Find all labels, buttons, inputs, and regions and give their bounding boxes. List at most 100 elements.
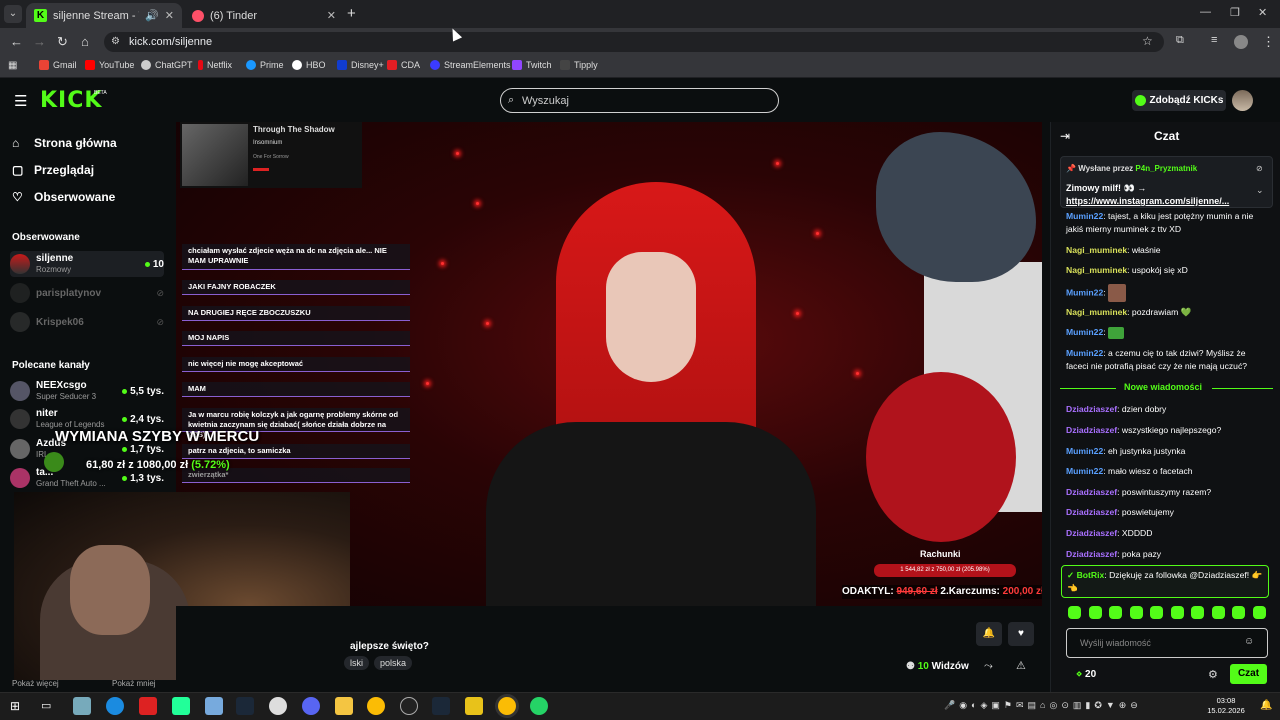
stream-tag[interactable]: lski (344, 656, 369, 670)
viewer-count: ⚉ 10 Widzów (906, 661, 969, 672)
emote-icon[interactable] (1191, 606, 1205, 619)
app-icon[interactable] (172, 697, 190, 715)
new-tab-icon[interactable]: + (347, 5, 356, 22)
nav-browse[interactable]: ▢ Przeglądaj (12, 163, 94, 177)
channel-krispek06[interactable]: Krispek06 ⊘ (10, 309, 164, 335)
tab-audio-icon[interactable]: 🔊 (145, 9, 159, 22)
profile-avatar[interactable] (1234, 35, 1248, 49)
chrome-active-icon[interactable] (498, 697, 516, 715)
steam-icon[interactable] (236, 697, 254, 715)
emote-icon[interactable] (1109, 606, 1123, 619)
overlay-chat-message: MAM (182, 382, 410, 397)
tab-tinder[interactable]: (6) Tinder ✕ (184, 3, 344, 28)
share-icon[interactable]: ⤳ (984, 660, 993, 673)
channel-points[interactable]: ⋄ 20 (1076, 669, 1096, 680)
tab-close-icon[interactable]: ✕ (327, 9, 336, 22)
report-icon[interactable]: ⚠ (1016, 659, 1026, 672)
bookmark-tipply[interactable]: Tipply (560, 60, 598, 70)
nav-following[interactable]: ♡ Obserwowane (12, 190, 115, 204)
user-avatar[interactable] (1232, 90, 1253, 111)
app-icon[interactable] (269, 697, 287, 715)
emote-icon[interactable] (1252, 606, 1266, 619)
bookmark-hbo[interactable]: HBO (292, 60, 326, 70)
bookmark-gmail[interactable]: Gmail (39, 60, 77, 70)
forward-icon[interactable]: → (33, 34, 46, 49)
chat-message: Mumin22: (1066, 284, 1266, 302)
site-info-icon[interactable]: ⚙ (111, 36, 120, 47)
chat-settings-icon[interactable]: ⚙ (1208, 668, 1218, 681)
chevron-down-icon[interactable]: ⌄ (1256, 185, 1264, 196)
emote-icon[interactable] (1068, 606, 1081, 619)
bills-title: Rachunki (920, 549, 961, 559)
copilot-icon[interactable] (73, 697, 91, 715)
menu-hamburger-icon[interactable]: ☰ (14, 92, 27, 110)
chat-message: Dziadziaszef: dzien dobry (1066, 404, 1167, 414)
extensions-icon[interactable]: ⧉ (1176, 34, 1184, 47)
back-icon[interactable]: ← (10, 34, 23, 49)
unpin-icon[interactable]: ⊘ (1256, 164, 1263, 173)
file-explorer-icon[interactable] (335, 697, 353, 715)
pinned-link[interactable]: https://www.instagram.com/siljenne/... (1066, 196, 1229, 206)
close-window-icon[interactable]: ✕ (1258, 6, 1267, 19)
steam-icon[interactable] (432, 697, 450, 715)
discord-icon[interactable] (302, 697, 320, 715)
emote-icon[interactable] (1129, 606, 1143, 619)
emote-icon[interactable] (1211, 606, 1225, 619)
bookmark-disney[interactable]: Disney+ (337, 60, 384, 70)
bookmark-netflix[interactable]: Netflix (198, 60, 232, 70)
address-bar[interactable] (104, 32, 1164, 52)
bookmark-prime[interactable]: Prime (246, 60, 284, 70)
bookmark-chatgpt[interactable]: ChatGPT (141, 60, 193, 70)
whatsapp-icon[interactable] (530, 697, 548, 715)
channel-parisplatynov[interactable]: parisplatynov ⊘ (10, 280, 164, 306)
home-button-icon[interactable]: ⌂ (81, 34, 89, 49)
chat-message: Nagi_muminek: pozdrawiam 💚 (1066, 307, 1192, 317)
tab-close-icon[interactable]: ✕ (165, 9, 174, 22)
app-icon[interactable] (205, 697, 223, 715)
app-icon[interactable] (400, 697, 418, 715)
edge-icon[interactable] (106, 697, 124, 715)
apps-icon[interactable]: ▦ (8, 60, 17, 71)
emote-icon[interactable] (1232, 606, 1246, 619)
taskbar-clock[interactable]: 03:08 15.02.2026 (1204, 696, 1248, 716)
show-less-link[interactable]: Pokaż mniej (112, 679, 156, 688)
bookmark-cda[interactable]: CDA (387, 60, 420, 70)
channel-avatar (10, 254, 30, 274)
emoji-picker-icon[interactable]: ☺ (1244, 636, 1254, 647)
bookmark-youtube[interactable]: YouTube (85, 60, 134, 70)
system-tray[interactable]: 🎤◉◐◈▣⚑✉▤⌂◎⊙▥▮✪▼⊕⊖ (944, 700, 1142, 711)
emote-icon[interactable] (1170, 606, 1184, 619)
show-more-link[interactable]: Pokaż więcej (12, 679, 59, 688)
tab-search-icon[interactable]: ⌄ (4, 5, 22, 23)
channel-avatar (10, 283, 30, 303)
notification-bell-icon[interactable]: 🔔 (976, 622, 1002, 646)
maximize-icon[interactable]: ❐ (1230, 6, 1240, 19)
emote-icon[interactable] (1088, 606, 1102, 619)
nav-home[interactable]: ⌂ Strona główna (12, 136, 117, 150)
reload-icon[interactable]: ↻ (57, 34, 68, 50)
app-icon[interactable] (139, 697, 157, 715)
get-kicks-button[interactable]: Zdobądź KICKs (1132, 90, 1226, 111)
channel-neexcsgo[interactable]: NEEXcsgo Super Seducer 3 5,5 tys. (10, 378, 164, 404)
channel-siljenne[interactable]: siljenne Rozmowy 10 (10, 251, 164, 277)
browser-menu-icon[interactable]: ⋮ (1262, 34, 1275, 50)
send-chat-button[interactable]: Czat (1230, 664, 1267, 684)
start-icon[interactable]: ⊞ (10, 699, 20, 713)
live-indicator (144, 261, 150, 267)
minimize-icon[interactable]: — (1200, 6, 1211, 18)
bookmark-streamelements[interactable]: StreamElements (430, 60, 511, 70)
bookmark-twitch[interactable]: Twitch (512, 60, 552, 70)
collapse-chat-icon[interactable]: ⇥ (1060, 129, 1070, 143)
notifications-icon[interactable]: 🔔 (1260, 700, 1272, 711)
bookmark-star-icon[interactable]: ☆ (1142, 34, 1153, 48)
task-view-icon[interactable]: ▭ (41, 699, 51, 712)
emote-icon[interactable] (1150, 606, 1164, 619)
tab-kick[interactable]: K siljenne Stream - Watch Li... 🔊 ✕ (26, 3, 182, 28)
channel-avatar (10, 439, 30, 459)
stream-title: ajlepsze święto? (350, 641, 429, 652)
stream-tag[interactable]: polska (374, 656, 413, 670)
follow-heart-icon[interactable]: ♥ (1008, 622, 1034, 646)
media-icon[interactable]: ≡ (1211, 34, 1217, 46)
app-icon[interactable] (465, 697, 483, 715)
chrome-icon[interactable] (367, 697, 385, 715)
